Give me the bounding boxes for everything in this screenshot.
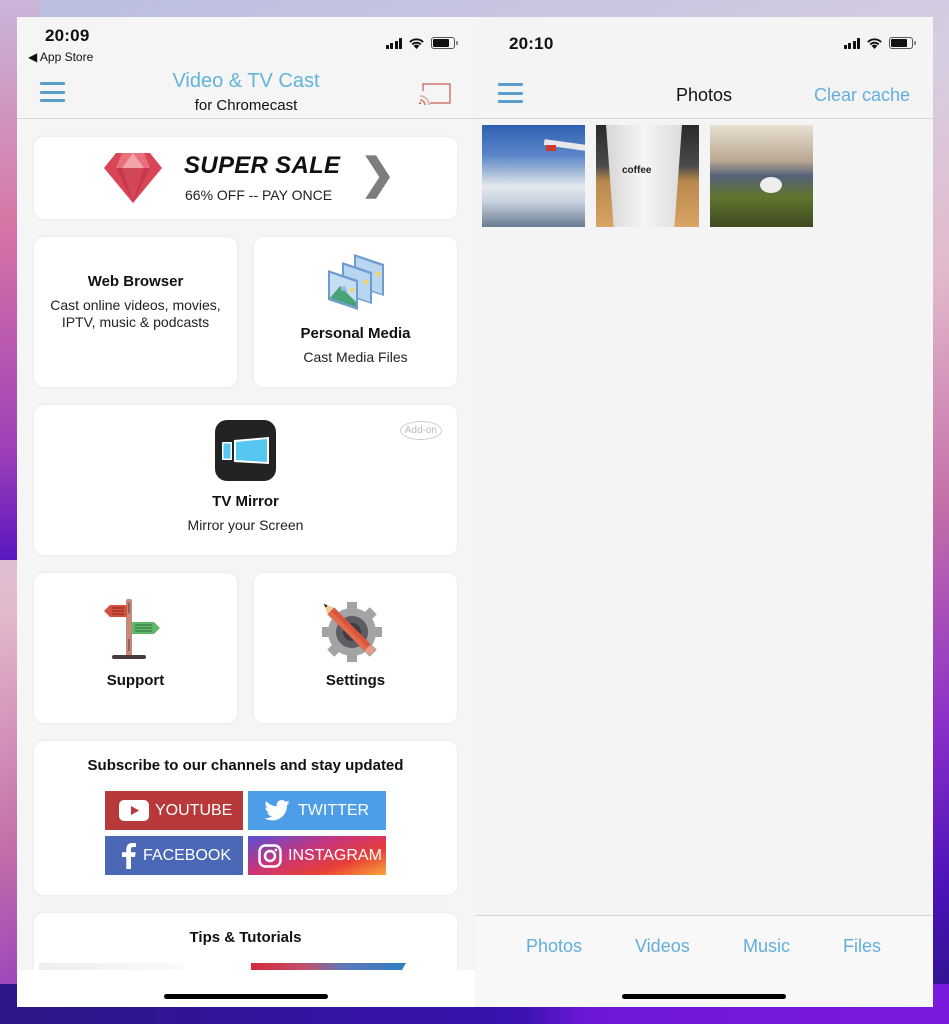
facebook-label: FACEBOOK <box>143 846 232 864</box>
home-indicator[interactable] <box>622 994 786 999</box>
chevron-right-icon: ❯ <box>360 150 396 197</box>
tab-files[interactable]: Files <box>843 936 881 957</box>
add-on-badge: Add-on <box>399 421 442 440</box>
home-indicator[interactable] <box>164 994 328 999</box>
left-phone-screen: 20:09 ◀ App Store Video & TV Cast for Ch… <box>17 17 475 1007</box>
tile-subtitle: Cast online videos, movies, IPTV, music … <box>50 297 221 330</box>
status-time: 20:09 <box>45 26 90 45</box>
subscribe-card: Subscribe to our channels and stay updat… <box>34 741 457 895</box>
super-sale-banner[interactable]: SUPER SALE 66% OFF -- PAY ONCE ❯ <box>34 137 457 219</box>
sale-subtitle: 66% OFF -- PAY ONCE <box>185 187 333 203</box>
clear-cache-button[interactable]: Clear cache <box>814 85 910 106</box>
status-time: 20:10 <box>509 34 554 53</box>
youtube-icon <box>119 800 149 822</box>
photos-header: Photos Clear cache <box>475 72 933 119</box>
twitter-icon <box>262 800 292 822</box>
status-icons <box>843 37 916 49</box>
status-icons <box>385 37 458 49</box>
tile-title: Settings <box>325 672 386 689</box>
personal-media-tile[interactable]: Personal Media Cast Media Files <box>254 237 457 387</box>
battery-icon <box>431 37 458 49</box>
cellular-signal-icon <box>385 37 402 49</box>
app-title-sub: for Chromecast <box>194 97 298 114</box>
cellular-signal-icon <box>843 37 860 49</box>
subscribe-heading: Subscribe to our channels and stay updat… <box>87 757 404 774</box>
wifi-icon <box>867 38 882 49</box>
instagram-icon <box>258 843 282 868</box>
back-to-app-store[interactable]: ◀ App Store <box>28 50 93 64</box>
app-header: Video & TV Cast for Chromecast <box>17 67 475 119</box>
right-phone-screen: 20:10 Photos Clear cache coffee Photos V… <box>475 17 933 1007</box>
twitter-label: TWITTER <box>298 801 370 819</box>
home-scroll-content: SUPER SALE 66% OFF -- PAY ONCE ❯ Web Bro… <box>17 120 475 970</box>
gear-pencil-icon <box>322 602 382 662</box>
dog <box>760 177 782 193</box>
tile-title: Web Browser <box>87 273 184 290</box>
photo-thumbnail[interactable]: coffee <box>596 125 699 227</box>
tab-photos[interactable]: Photos <box>526 936 582 957</box>
wifi-icon <box>409 38 424 49</box>
tile-subtitle: Cast Media Files <box>303 349 408 365</box>
support-tile[interactable]: Support <box>34 573 237 723</box>
photo-thumbnail[interactable] <box>710 125 813 227</box>
youtube-button[interactable]: YOUTUBE <box>105 791 243 830</box>
instagram-button[interactable]: INSTAGRAM <box>248 836 386 875</box>
tips-tutorials-card[interactable]: Tips & Tutorials <box>34 913 457 970</box>
tutorial-thumbnail[interactable] <box>251 963 406 970</box>
tile-title: Support <box>106 672 165 689</box>
tile-title: Personal Media <box>300 325 411 342</box>
app-title-main: Video & TV Cast <box>172 70 320 92</box>
facebook-icon <box>121 842 137 869</box>
facebook-button[interactable]: FACEBOOK <box>105 836 243 875</box>
tab-music[interactable]: Music <box>743 936 790 957</box>
sale-title: SUPER SALE <box>184 152 341 179</box>
tab-videos[interactable]: Videos <box>635 936 690 957</box>
settings-tile[interactable]: Settings <box>254 573 457 723</box>
tv-mirror-icon <box>215 420 276 481</box>
web-browser-tile[interactable]: Web Browser Cast online videos, movies, … <box>34 237 237 387</box>
photo-thumbnail[interactable] <box>482 125 585 227</box>
airplane-wing-tip <box>546 145 556 151</box>
tips-heading: Tips & Tutorials <box>189 929 302 946</box>
photo-grid: coffee <box>482 125 813 227</box>
tv-mirror-tile[interactable]: Add-on TV Mirror Mirror your Screen <box>34 405 457 555</box>
signpost-icon <box>104 599 160 659</box>
coffee-cup-text: coffee <box>622 165 652 176</box>
home-indicator-area <box>17 970 475 1007</box>
photos-stack-icon <box>328 254 384 310</box>
tutorial-thumbnail[interactable] <box>39 963 184 970</box>
diamond-icon <box>104 153 162 203</box>
status-bar: 20:10 <box>475 17 933 77</box>
tile-subtitle: Mirror your Screen <box>187 517 304 533</box>
twitter-button[interactable]: TWITTER <box>248 791 386 830</box>
battery-icon <box>889 37 916 49</box>
instagram-label: INSTAGRAM <box>288 846 382 864</box>
cast-icon[interactable] <box>419 83 451 105</box>
youtube-label: YOUTUBE <box>155 801 233 819</box>
coffee-cup <box>606 125 682 227</box>
tile-title: TV Mirror <box>212 493 279 510</box>
